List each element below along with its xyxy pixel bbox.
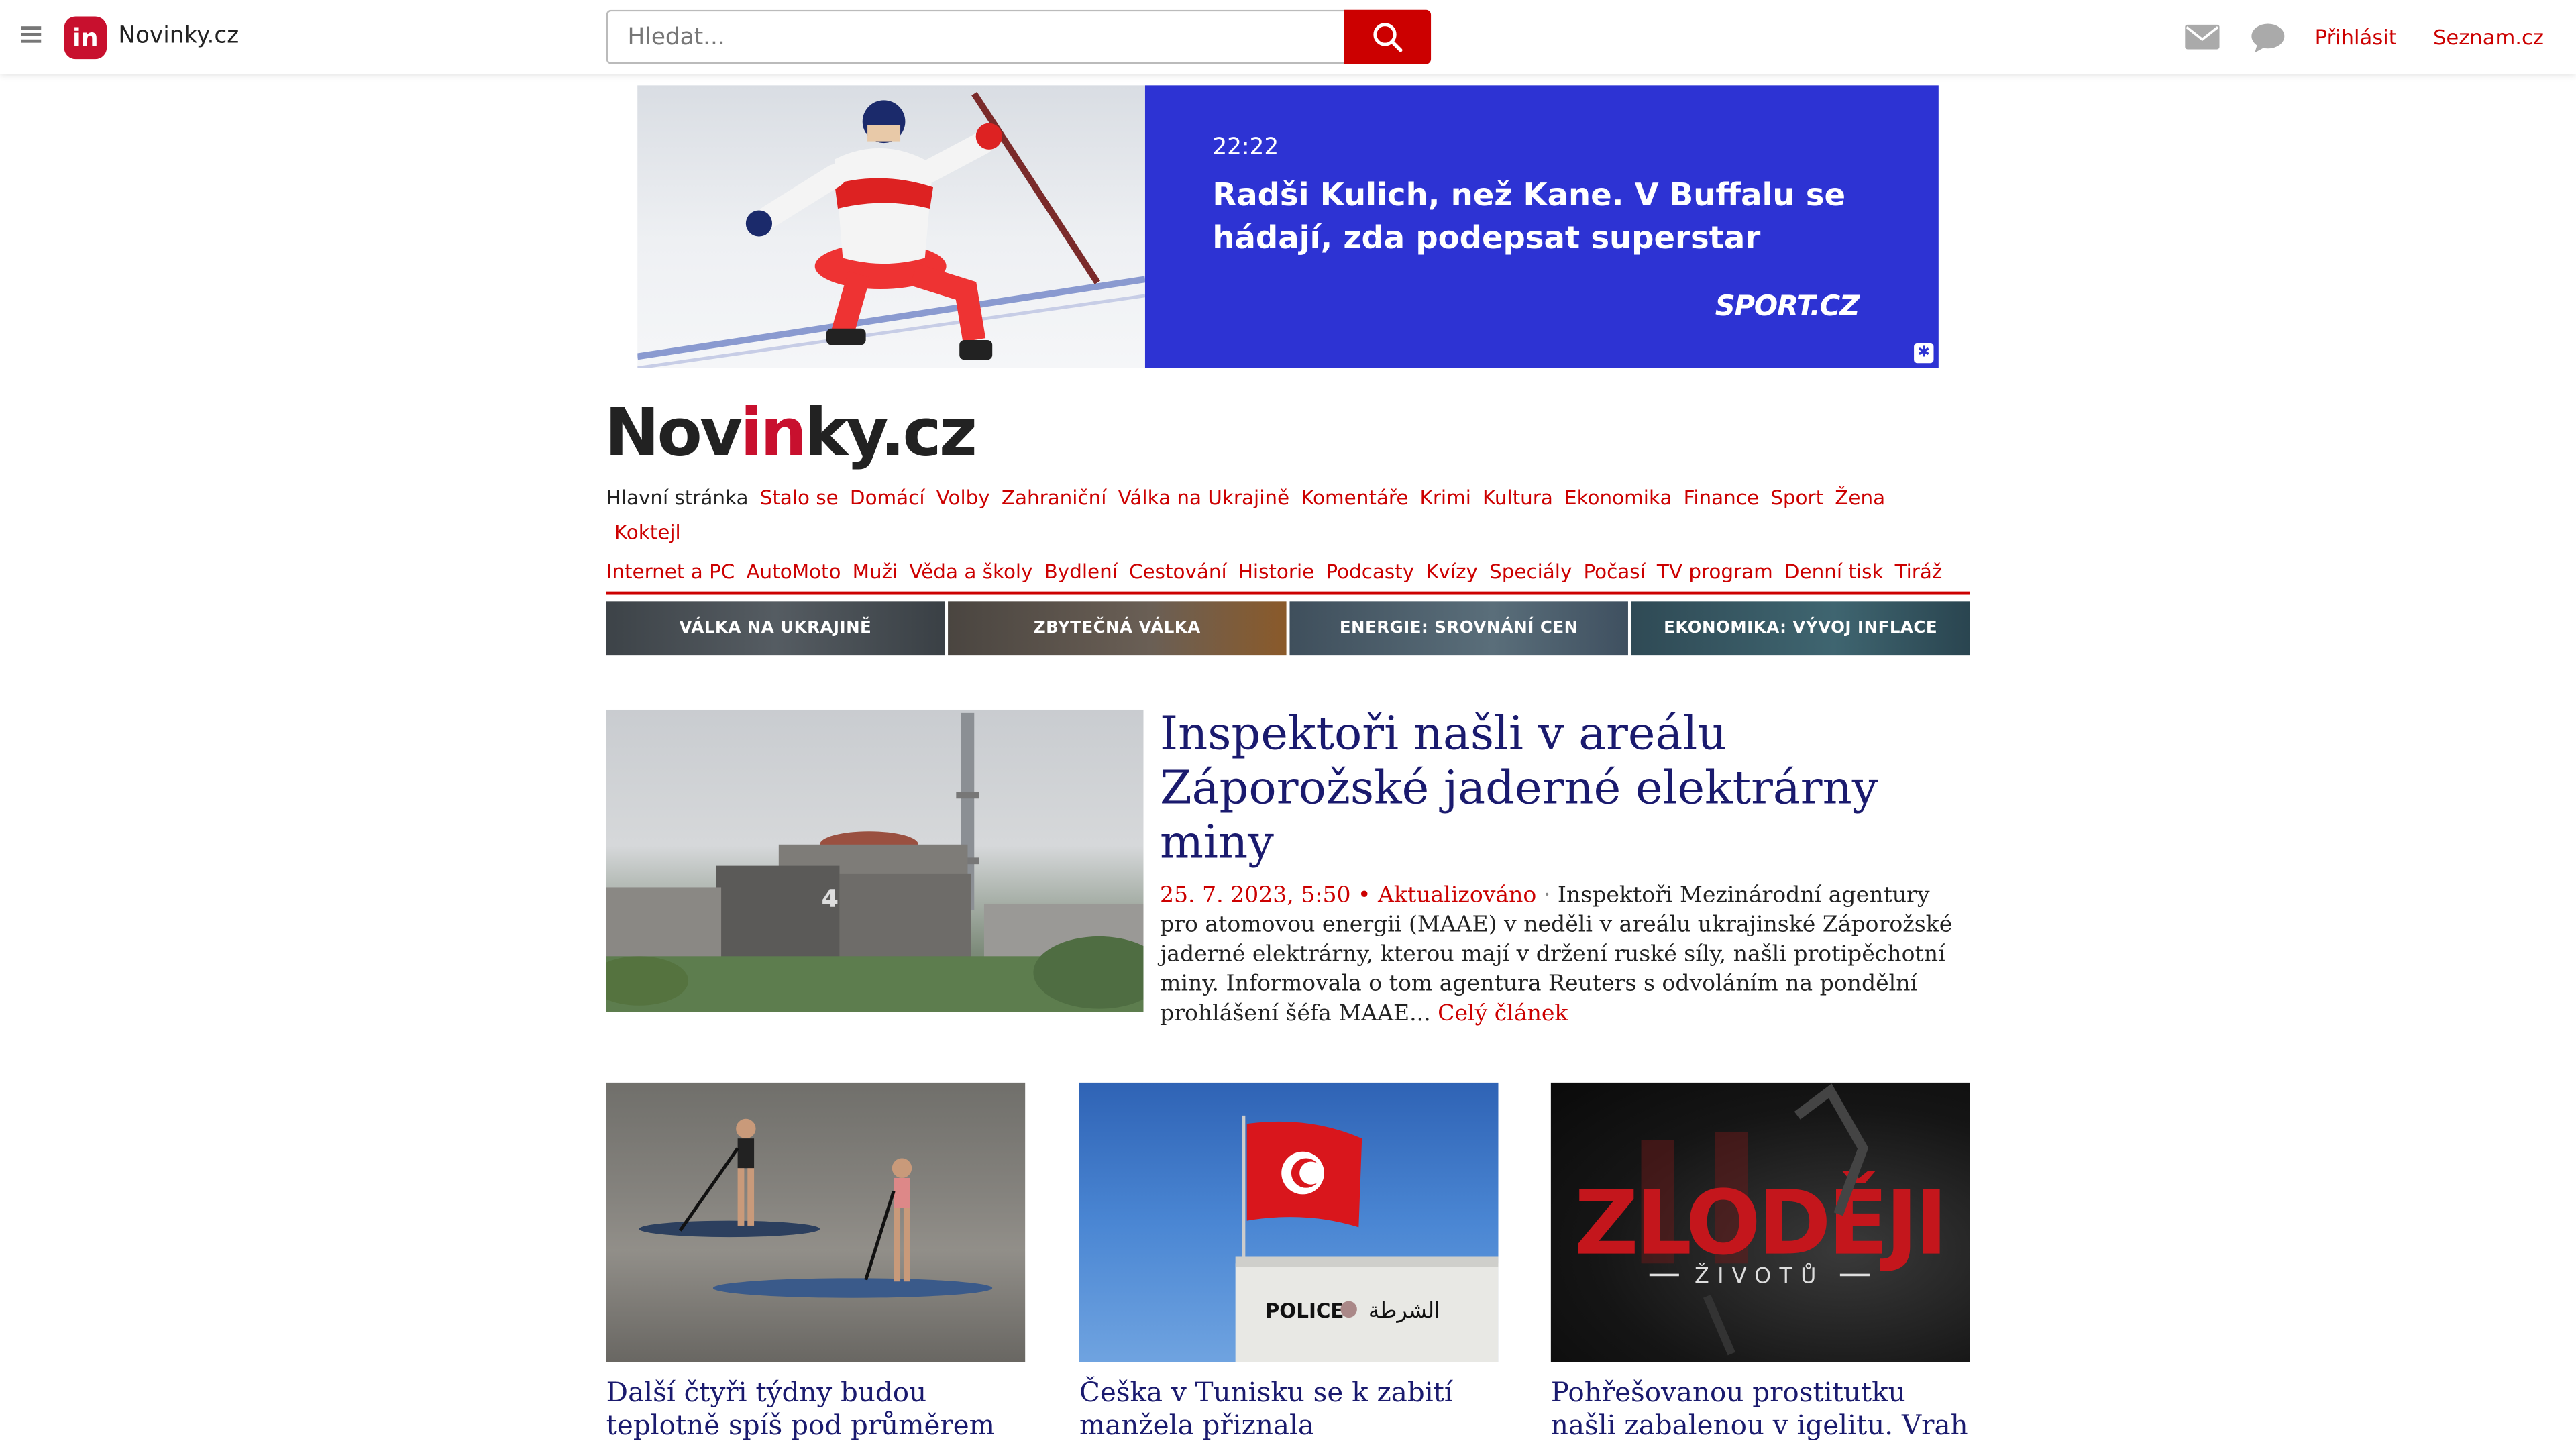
zlodeji-subtitle: ŽIVOTŮ xyxy=(1695,1263,1825,1289)
logo-part: Nov xyxy=(604,396,743,472)
article-card-image[interactable]: ZLODĚJI ŽIVOTŮ xyxy=(1550,1082,1970,1362)
nav-item-denni-tisk[interactable]: Denní tisk xyxy=(1784,560,1884,583)
topic-tile-energie[interactable]: ENERGIE: SROVNÁNÍ CEN xyxy=(1289,601,1628,656)
article-card-title[interactable]: Pohřešovanou prostitutku našli zabalenou… xyxy=(1551,1377,1970,1442)
login-link[interactable]: Přihlásit xyxy=(2315,25,2397,50)
lead-article-perex: 25. 7. 2023, 5:50 • Aktualizováno · Insp… xyxy=(1159,882,1953,1027)
nav-item-bydleni[interactable]: Bydlení xyxy=(1044,560,1118,583)
nav-item-sport[interactable]: Sport xyxy=(1770,486,1823,509)
search-bar xyxy=(606,9,1432,64)
article-card-title[interactable]: Češka v Tunisku se k zabití manžela přiz… xyxy=(1079,1377,1498,1442)
lead-article-title[interactable]: Inspektoři našli v areálu Záporožské jad… xyxy=(1160,706,1949,869)
nav-divider xyxy=(606,591,1970,595)
ad-hockey-photo xyxy=(637,85,1145,368)
nav-item-stalo-se[interactable]: Stalo se xyxy=(760,486,839,509)
nav-item-internet-a-pc[interactable]: Internet a PC xyxy=(606,560,735,583)
article-card[interactable]: POLICE الشرطة Češka v Tunisku se k zabit… xyxy=(1079,1082,1499,1442)
nav-item-zena[interactable]: Žena xyxy=(1835,486,1885,509)
nav-item-tiraz[interactable]: Tiráž xyxy=(1895,560,1943,583)
brand-name[interactable]: Novinky.cz xyxy=(118,23,239,49)
nav-item-muzi[interactable]: Muži xyxy=(853,560,898,583)
nav-item-volby[interactable]: Volby xyxy=(936,486,990,509)
nav-item-cestovani[interactable]: Cestování xyxy=(1129,560,1227,583)
search-button[interactable] xyxy=(1344,9,1432,64)
nav-item-krimi[interactable]: Krimi xyxy=(1420,486,1471,509)
nav-item-finance[interactable]: Finance xyxy=(1684,486,1759,509)
seznam-link[interactable]: Seznam.cz xyxy=(2433,25,2544,50)
lead-article-image[interactable]: 4 xyxy=(606,709,1144,1012)
article-card[interactable]: ZLODĚJI ŽIVOTŮ Pohřešovanou prostitutku … xyxy=(1550,1082,1970,1442)
sport-cz-logo: SPORT.CZ xyxy=(1715,290,1860,324)
ad-headline[interactable]: Radši Kulich, než Kane. V Buffalu se hád… xyxy=(1212,174,1902,260)
mail-icon[interactable] xyxy=(2185,24,2220,50)
ad-text-panel: 22:22 Radši Kulich, než Kane. V Buffalu … xyxy=(1144,85,1939,368)
police-sign-arabic: الشرطة xyxy=(1368,1297,1440,1323)
article-card-image[interactable]: POLICE الشرطة xyxy=(1079,1082,1499,1362)
nav-item-ekonomika[interactable]: Ekonomika xyxy=(1564,486,1672,509)
reactor-number: 4 xyxy=(822,884,839,913)
nav-item-domaci[interactable]: Domácí xyxy=(850,486,925,509)
article-card[interactable]: Další čtyři týdny budou teplotně spíš po… xyxy=(606,1082,1026,1442)
nav-item-kvizy[interactable]: Kvízy xyxy=(1426,560,1478,583)
chat-icon[interactable] xyxy=(2251,23,2285,53)
section-nav: Hlavní stránka Stalo se Domácí Volby Zahrani… xyxy=(606,482,1970,551)
nav-item-zahranicni[interactable]: Zahraniční xyxy=(1002,486,1107,509)
ad-time: 22:22 xyxy=(1212,134,1279,162)
nav-item-koktejl[interactable]: Koktejl xyxy=(614,521,681,543)
ad-choice-icon[interactable]: ✱ xyxy=(1914,343,1934,364)
logo-part: ky.cz xyxy=(804,396,977,472)
zlodeji-title: ZLODĚJI xyxy=(1574,1171,1945,1275)
novinky-logo[interactable]: Novinky.cz xyxy=(604,396,977,472)
section-nav-row2: Internet a PC AutoMoto Muži Věda a školy Byd… xyxy=(606,555,1970,590)
topic-tile-ekonomika[interactable]: EKONOMIKA: VÝVOJ INFLACE xyxy=(1631,601,1970,656)
topic-tile-zbytecna-valka[interactable]: ZBYTEČNÁ VÁLKA xyxy=(948,601,1287,656)
nav-item-hlavni-stranka[interactable]: Hlavní stránka xyxy=(606,486,749,509)
nav-item-pocasi[interactable]: Počasí xyxy=(1583,560,1645,583)
nav-item-podcasty[interactable]: Podcasty xyxy=(1326,560,1414,583)
nav-item-kultura[interactable]: Kultura xyxy=(1483,486,1553,509)
top-bar: in Novinky.cz Přihlásit Seznam.cz xyxy=(0,0,2576,74)
read-more-link[interactable]: Celý článek xyxy=(1438,1000,1568,1026)
search-input[interactable] xyxy=(606,9,1349,64)
search-icon xyxy=(1373,23,1403,52)
article-card-title[interactable]: Další čtyři týdny budou teplotně spíš po… xyxy=(606,1377,1025,1442)
article-card-image[interactable] xyxy=(606,1082,1026,1362)
menu-icon[interactable] xyxy=(21,26,42,43)
nav-item-veda-a-skoly[interactable]: Věda a školy xyxy=(909,560,1032,583)
logo-accent: in xyxy=(740,396,807,472)
police-sign-text: POLICE xyxy=(1265,1299,1344,1322)
nav-item-automoto[interactable]: AutoMoto xyxy=(746,560,841,583)
nav-item-specialy[interactable]: Speciály xyxy=(1489,560,1572,583)
ad-banner[interactable]: 22:22 Radši Kulich, než Kane. V Buffalu … xyxy=(637,85,1939,368)
nav-item-tv-program[interactable]: TV program xyxy=(1657,560,1773,583)
lead-article-meta: 25. 7. 2023, 5:50 • Aktualizováno xyxy=(1159,882,1537,909)
nav-item-historie[interactable]: Historie xyxy=(1238,560,1314,583)
novinky-badge-icon[interactable]: in xyxy=(64,16,107,60)
nav-item-valka-na-ukrajine[interactable]: Válka na Ukrajině xyxy=(1118,486,1289,509)
nav-item-komentare[interactable]: Komentáře xyxy=(1301,486,1408,509)
topic-tiles: VÁLKA NA UKRAJINĚ ZBYTEČNÁ VÁLKA ENERGIE… xyxy=(606,601,1970,656)
topic-tile-valka-na-ukrajine[interactable]: VÁLKA NA UKRAJINĚ xyxy=(606,601,945,656)
